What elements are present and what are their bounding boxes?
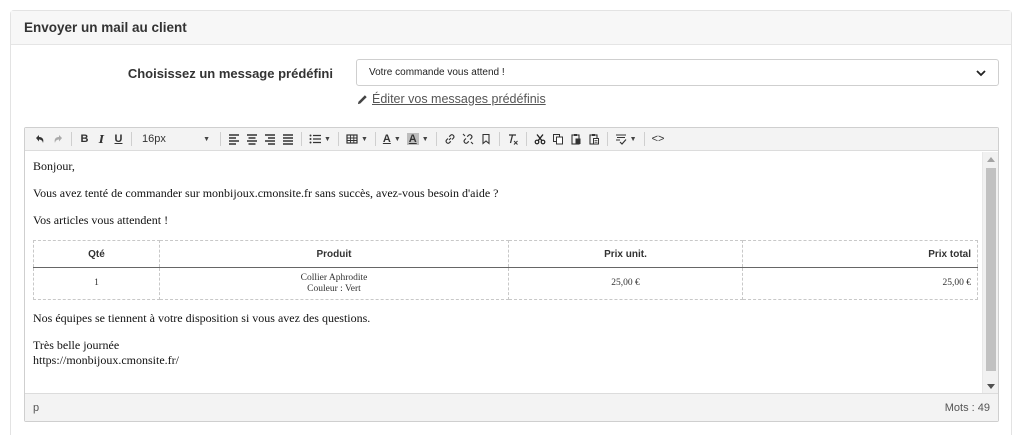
align-center-button[interactable] [243,128,261,151]
align-justify-button[interactable] [279,128,297,151]
toolbar-separator [220,132,221,146]
signoff-text: Très belle journée [33,338,120,352]
spellcheck-dropdown[interactable]: ▼ [612,128,640,151]
font-color-icon: A [382,133,391,145]
caret-down-icon: ▼ [360,135,368,143]
cell-unit-price: 25,00 € [508,267,743,300]
toolbar-separator [435,132,437,146]
clear-format-button[interactable] [504,128,522,151]
editor-scrollbar[interactable] [982,152,998,394]
send-mail-panel: Envoyer un mail au client Choisissez un … [10,10,1012,435]
copy-icon [552,134,563,145]
undo-button[interactable] [31,128,49,151]
unlink-button[interactable] [459,128,477,151]
redo-icon [54,135,62,143]
header-unit-price: Prix unit. [508,240,743,268]
scroll-up-arrow[interactable] [987,157,995,162]
align-right-button[interactable] [261,128,279,151]
unlink-icon [462,133,474,145]
redo-button[interactable] [49,128,67,151]
edit-messages-link-label: Éditer vos messages prédéfinis [372,92,546,106]
toolbar-separator [643,132,645,146]
insert-link-button[interactable] [441,128,459,151]
edit-messages-link[interactable]: Éditer vos messages prédéfinis [357,92,546,106]
panel-title: Envoyer un mail au client [11,11,1011,45]
cart-table: Qté Produit Prix unit. Prix total 1 Coll… [33,240,978,300]
scissors-icon [534,134,546,145]
list-icon [309,134,321,144]
undo-icon [36,135,44,143]
rich-text-editor: B I U 16px ▼ ▼ ▼ A ▼ A ▼ ▼ <> Bonjour, V… [24,127,999,422]
caret-down-icon: ▼ [393,135,401,143]
table-row: 1 Collier Aphrodite Couleur : Vert 25,00… [33,267,978,300]
toolbar-separator [525,132,527,146]
toolbar-separator [337,132,339,146]
body-line-3: Nos équipes se tiennent à votre disposit… [33,311,371,325]
scroll-down-arrow[interactable] [987,384,995,389]
site-url-text: https://monbijoux.cmonsite.fr/ [33,353,179,367]
font-color-button[interactable]: A ▼ [380,128,404,151]
source-code-button[interactable]: <> [649,128,668,151]
select-value: Votre commande vous attend ! [369,67,505,78]
predefined-message-select[interactable]: Votre commande vous attend ! [356,59,999,86]
paste-button[interactable] [567,128,585,151]
font-size-dropdown[interactable]: 16px ▼ [136,128,216,151]
cut-button[interactable] [531,128,549,151]
table-icon [346,134,358,144]
paste-text-button[interactable] [585,128,603,151]
background-color-button[interactable]: A ▼ [404,128,432,151]
bookmark-button[interactable] [477,128,495,151]
caret-down-icon: ▼ [421,135,429,143]
scroll-thumb[interactable] [986,168,996,371]
cart-table-header: Qté Produit Prix unit. Prix total [33,240,978,268]
align-left-button[interactable] [225,128,243,151]
toolbar-separator [498,132,500,146]
cell-product: Collier Aphrodite Couleur : Vert [159,267,509,300]
align-left-icon [229,134,239,145]
word-count: Mots : 49 [944,401,990,414]
align-center-icon [247,134,257,145]
clear-format-icon [508,134,518,145]
pencil-icon [357,94,367,104]
list-dropdown[interactable]: ▼ [306,128,334,151]
greeting-text: Bonjour, [33,159,75,173]
bold-button[interactable]: B [76,128,93,151]
paste-text-icon [589,134,599,145]
editor-statusbar: p Mots : 49 [25,393,998,421]
font-size-value: 16px [142,133,166,145]
body-line-1: Vous avez tenté de commander sur monbijo… [33,186,499,200]
link-icon [445,134,455,144]
product-variant: Couleur : Vert [307,283,361,294]
product-name: Collier Aphrodite [300,272,368,283]
toolbar-separator [71,132,72,146]
header-qty: Qté [33,240,160,268]
underline-button[interactable]: U [110,128,127,151]
chevron-down-icon [976,69,986,76]
cell-qty: 1 [33,267,160,300]
element-path[interactable]: p [33,402,39,414]
caret-down-icon: ▼ [203,135,210,143]
italic-button[interactable]: I [93,128,110,151]
cell-total-price: 25,00 € [742,267,978,300]
bookmark-icon [482,133,490,145]
body-line-2: Vos articles vous attendent ! [33,213,169,227]
toolbar-separator [606,132,608,146]
header-total-price: Prix total [742,240,978,268]
caret-down-icon: ▼ [629,135,637,143]
toolbar-separator [301,132,302,146]
copy-button[interactable] [549,128,567,151]
background-color-icon: A [406,133,419,145]
predefined-message-label: Choisissez un message prédéfini [127,66,333,81]
align-justify-icon [283,134,293,145]
align-right-icon [265,134,275,145]
caret-down-icon: ▼ [324,135,331,143]
toolbar-separator [131,132,132,146]
table-dropdown[interactable]: ▼ [343,128,371,151]
header-product: Produit [159,240,509,268]
editor-toolbar: B I U 16px ▼ ▼ ▼ A ▼ A ▼ ▼ <> [25,128,998,151]
editor-content[interactable]: Bonjour, Vous avez tenté de commander su… [25,152,983,394]
paste-icon [571,134,581,145]
toolbar-separator [374,132,376,146]
spellcheck-icon [615,134,627,145]
